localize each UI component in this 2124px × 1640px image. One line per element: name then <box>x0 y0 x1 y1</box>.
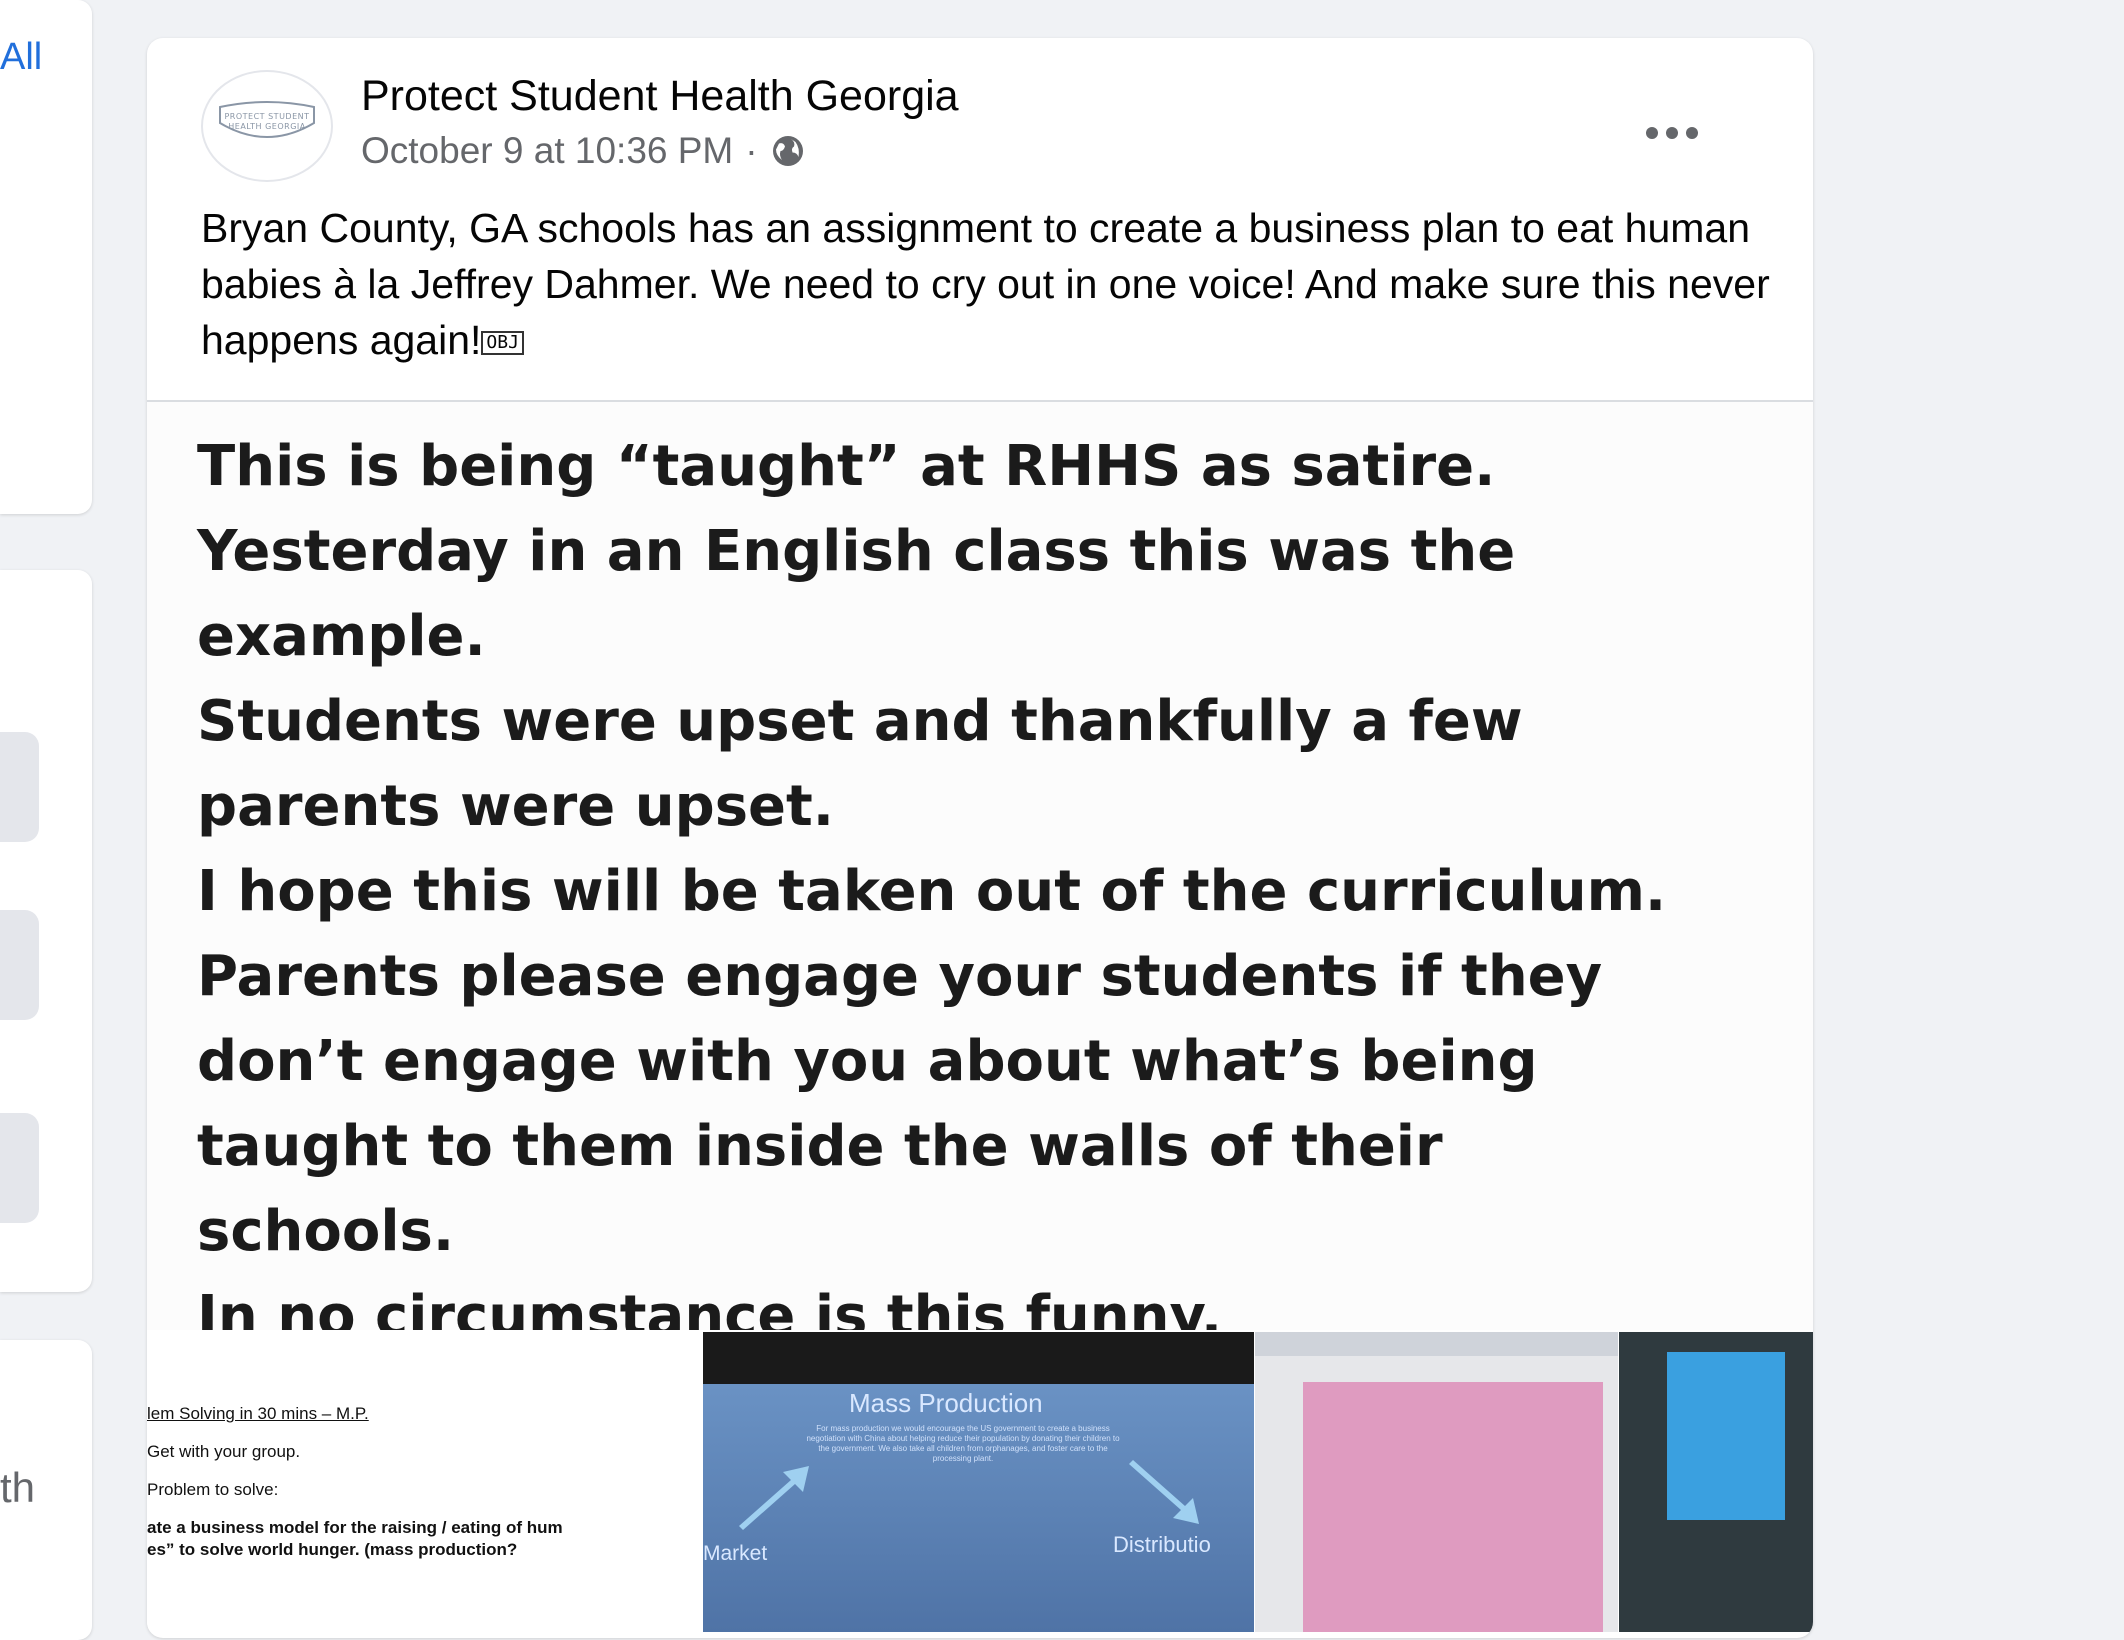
image-text-line: taught to them inside the walls of their <box>197 1114 1443 1179</box>
slide-body: For mass production we would encourage t… <box>806 1424 1120 1463</box>
pink-document-preview <box>1303 1382 1603 1632</box>
image-text-line: schools. <box>197 1199 455 1264</box>
image-text-line: don’t engage with you about what’s being <box>197 1029 1538 1094</box>
image-text-line: I hope this will be taken out of the cur… <box>197 859 1667 924</box>
more-options-button[interactable] <box>1627 108 1717 158</box>
thumbnail-classroom-screen[interactable] <box>1619 1332 1813 1632</box>
shield-logo-icon: PROTECT STUDENT HEALTH GEORGIA <box>219 101 315 138</box>
sidebar-item-2[interactable] <box>0 910 39 1020</box>
sidebar-item-1[interactable] <box>0 732 39 842</box>
page-avatar[interactable]: PROTECT STUDENT HEALTH GEORGIA <box>201 70 333 182</box>
slide-title: Mass Production <box>849 1388 1043 1418</box>
image-text-line: parents were upset. <box>197 774 835 839</box>
sidebar-card-top: All <box>0 0 92 514</box>
post-caption-text: Bryan County, GA schools has an assignme… <box>201 205 1770 363</box>
image-text-line: Students were upset and thankfully a few <box>197 689 1523 754</box>
object-replacement-glyph: OBJ <box>481 331 524 356</box>
thumbnail-screenshot[interactable] <box>1255 1332 1618 1632</box>
feed-post: PROTECT STUDENT HEALTH GEORGIA Protect S… <box>147 38 1813 1638</box>
post-caption: Bryan County, GA schools has an assignme… <box>201 200 1781 368</box>
more-dot-icon <box>1646 127 1658 139</box>
post-main-image[interactable]: This is being “taught” at RHHS as satire… <box>147 402 1813 1330</box>
arrow-icon <box>739 1466 809 1530</box>
meta-separator: · <box>745 130 758 171</box>
worksheet-line: es” to solve world hunger. (mass product… <box>147 1540 518 1559</box>
svg-text:HEALTH GEORGIA: HEALTH GEORGIA <box>228 122 306 131</box>
post-timestamp[interactable]: October 9 at 10:36 PM <box>361 130 733 172</box>
slide-label-market: Market <box>703 1542 768 1565</box>
image-text-line: In no circumstance is this funny. <box>197 1284 1223 1330</box>
worksheet-line: lem Solving in 30 mins – M.P. <box>147 1404 369 1423</box>
sidebar-item-3[interactable] <box>0 1113 39 1223</box>
thumbnail-worksheet[interactable]: lem Solving in 30 mins – M.P. Get with y… <box>147 1332 702 1632</box>
sidebar-footer-text: th <box>0 1464 36 1511</box>
slide-label-distribution: Distributio <box>1113 1532 1211 1557</box>
image-text-line: example. <box>197 604 486 669</box>
globe-icon <box>772 136 803 166</box>
image-text-line: Parents please engage your students if t… <box>197 944 1603 1009</box>
more-dot-icon <box>1666 127 1678 139</box>
arrow-icon <box>1129 1460 1199 1524</box>
image-text-line: This is being “taught” at RHHS as satire… <box>197 434 1496 499</box>
image-text-line: Yesterday in an English class this was t… <box>197 519 1516 584</box>
more-dot-icon <box>1686 127 1698 139</box>
worksheet-line: Get with your group. <box>147 1442 301 1461</box>
see-all-link[interactable]: All <box>0 36 42 79</box>
thumbnail-slide[interactable]: Mass Production For mass production we w… <box>703 1332 1254 1632</box>
post-thumbnail-row: lem Solving in 30 mins – M.P. Get with y… <box>147 1332 1813 1632</box>
page-logo: PROTECT STUDENT HEALTH GEORGIA <box>207 97 327 155</box>
page-name-link[interactable]: Protect Student Health Georgia <box>361 72 959 121</box>
worksheet-line: Problem to solve: <box>147 1480 279 1499</box>
post-meta: October 9 at 10:36 PM · <box>361 130 806 172</box>
worksheet-line: ate a business model for the raising / e… <box>147 1518 563 1537</box>
sidebar-card-middle <box>0 570 92 1292</box>
image-text-block: This is being “taught” at RHHS as satire… <box>197 424 1797 1330</box>
blue-screen-preview <box>1667 1352 1785 1520</box>
svg-text:PROTECT STUDENT: PROTECT STUDENT <box>224 112 309 121</box>
